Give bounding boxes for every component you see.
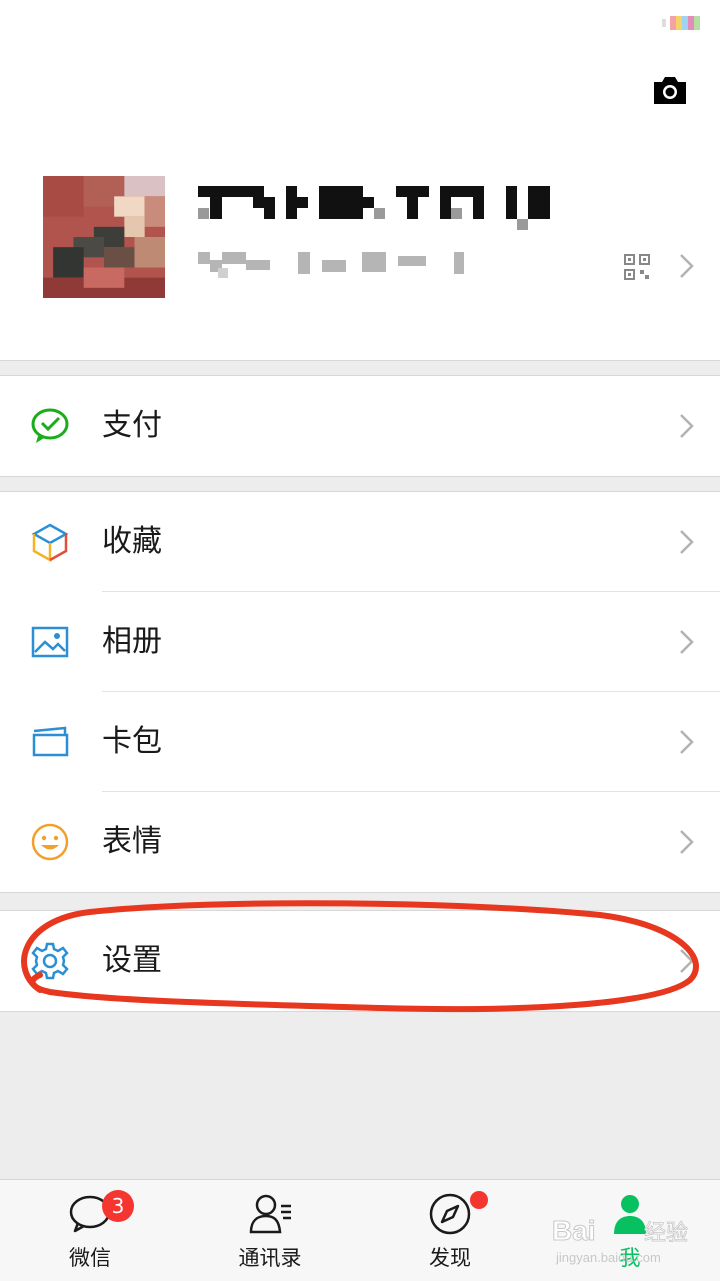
qr-code-icon[interactable]: [624, 254, 650, 280]
profile-wechat-id: [198, 252, 464, 278]
tab-label-discover: 发现: [429, 1246, 471, 1270]
menu-item-favorites[interactable]: 收藏: [0, 492, 720, 592]
camera-icon[interactable]: [650, 72, 690, 108]
album-picture-icon: [31, 626, 69, 658]
menu-label-settings: 设置: [102, 943, 162, 978]
menu-item-settings[interactable]: 设置: [0, 911, 720, 1011]
compass-icon: [429, 1193, 471, 1235]
chevron-right-icon: [680, 530, 694, 554]
notification-dot: [470, 1191, 488, 1209]
contacts-icon: [249, 1194, 291, 1234]
watermark-url: jingyan.baidu.com: [555, 1250, 661, 1265]
chevron-right-icon: [680, 830, 694, 854]
smiley-icon: [31, 823, 69, 861]
unread-badge: 3: [102, 1190, 134, 1222]
menu-group-settings: 设置: [0, 910, 720, 1012]
gear-icon: [31, 942, 69, 980]
watermark-brand: Bai: [552, 1215, 596, 1246]
tab-contacts[interactable]: 通讯录: [180, 1180, 360, 1281]
chevron-right-icon: [680, 949, 694, 973]
battery-icon: [662, 16, 700, 30]
baidu-watermark: Bai 经验 jingyan.baidu.com: [552, 1215, 688, 1266]
tab-discover[interactable]: 发现: [360, 1180, 540, 1281]
menu-item-album[interactable]: 相册: [0, 592, 720, 692]
menu-item-cards[interactable]: 卡包: [0, 692, 720, 792]
wechat-pay-icon: [31, 408, 69, 443]
avatar[interactable]: [43, 176, 165, 298]
favorites-cube-icon: [31, 523, 69, 562]
menu-label-stickers: 表情: [102, 824, 162, 859]
tab-label-chats: 微信: [69, 1246, 111, 1270]
menu-label-album: 相册: [102, 624, 162, 659]
tab-label-contacts: 通讯录: [238, 1246, 302, 1270]
chevron-right-icon: [680, 730, 694, 754]
profile-name: [198, 186, 550, 230]
menu-label-pay: 支付: [102, 408, 162, 443]
menu-group-pay: 支付: [0, 375, 720, 477]
menu-group-main: 收藏 相册 卡包 表情: [0, 491, 720, 893]
menu-item-stickers[interactable]: 表情: [0, 792, 720, 892]
menu-item-pay[interactable]: 支付: [0, 376, 720, 476]
chevron-right-icon: [680, 414, 694, 438]
menu-label-cards: 卡包: [102, 724, 162, 759]
tab-chats[interactable]: 3 微信: [0, 1180, 180, 1281]
chevron-right-icon: [680, 254, 694, 278]
profile-header[interactable]: [0, 0, 720, 361]
watermark-brand2: 经验: [644, 1221, 688, 1246]
menu-label-favorites: 收藏: [102, 524, 162, 559]
card-wallet-icon: [32, 726, 69, 757]
chevron-right-icon: [680, 630, 694, 654]
